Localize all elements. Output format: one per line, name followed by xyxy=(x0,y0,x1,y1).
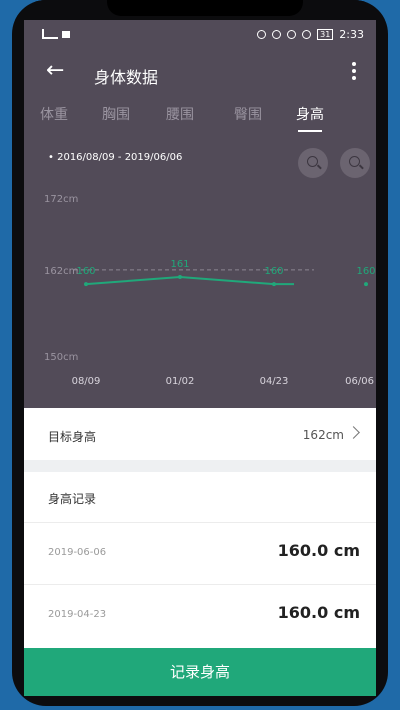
goal-height-value: 162cm xyxy=(302,428,344,442)
active-tab-indicator xyxy=(298,130,322,132)
phone-frame: 31 2:33 ← 身体数据 体重 胸围 腰围 臀围 身高 • 2016/08/… xyxy=(12,0,388,706)
chevron-right-icon xyxy=(347,426,360,439)
alarm-icon xyxy=(287,30,297,39)
data-label: 160 xyxy=(264,266,283,277)
headset-icon xyxy=(257,30,267,39)
battery-icon: 31 xyxy=(317,29,334,40)
status-time: 2:33 xyxy=(339,28,364,41)
record-row[interactable]: 2019-06-06 160.0 cm xyxy=(24,523,376,583)
data-point xyxy=(84,282,88,287)
data-point xyxy=(178,275,182,279)
data-label: 161 xyxy=(170,259,189,270)
status-bar: 31 2:33 xyxy=(24,20,376,50)
goal-height-label: 目标身高 xyxy=(48,430,97,444)
x-tick-label: 08/09 xyxy=(72,376,101,387)
hd-icon xyxy=(272,30,282,39)
tab-chest[interactable]: 胸围 xyxy=(86,104,146,124)
record-value: 160.0 cm xyxy=(277,603,360,622)
record-row[interactable]: 2019-04-23 160.0 cm xyxy=(24,585,376,645)
data-label: 160 xyxy=(356,266,375,277)
vibrate-icon xyxy=(302,30,312,39)
y-tick-label: 162cm xyxy=(44,266,78,277)
data-point xyxy=(272,282,276,287)
x-tick-label: 04/23 xyxy=(260,376,289,387)
record-value: 160.0 cm xyxy=(277,541,360,560)
record-height-button[interactable]: 记录身高 xyxy=(24,648,376,696)
y-tick-label: 150cm xyxy=(44,352,78,363)
page-title: 身体数据 xyxy=(94,68,159,87)
signal-icon xyxy=(42,29,58,39)
x-tick-label: 01/02 xyxy=(166,376,195,387)
date-range: • 2016/08/09 - 2019/06/06 xyxy=(48,152,182,163)
date-range-text: 2016/08/09 - 2019/06/06 xyxy=(57,152,183,163)
y-tick-label: 172cm xyxy=(44,194,78,205)
measure-tabs: 体重 胸围 腰围 臀围 身高 xyxy=(24,104,376,136)
app-screen: 31 2:33 ← 身体数据 体重 胸围 腰围 臀围 身高 • 2016/08/… xyxy=(24,20,376,696)
zoom-out-button[interactable] xyxy=(298,148,328,178)
notification-icon xyxy=(62,30,70,38)
record-date: 2019-06-06 xyxy=(48,547,107,558)
phone-notch xyxy=(107,0,303,16)
goal-height-row[interactable]: 目标身高 162cm xyxy=(24,408,376,460)
tab-height[interactable]: 身高 xyxy=(280,104,340,124)
more-options-icon[interactable] xyxy=(352,62,356,83)
data-label: 160 xyxy=(76,266,95,277)
series-line xyxy=(85,275,294,286)
tab-hips[interactable]: 臀围 xyxy=(218,104,278,124)
details-sheet: 目标身高 162cm 身高记录 2019-06-06 160.0 cm 2019… xyxy=(24,408,376,696)
phone-top-bezel xyxy=(12,0,388,20)
height-chart: 172cm 162cm 150cm 160 161 160 160 08/09 01/02 04/… xyxy=(44,194,376,387)
record-date: 2019-04-23 xyxy=(48,609,107,620)
x-tick-label: 06/06 xyxy=(345,376,374,387)
zoom-in-button[interactable] xyxy=(340,148,370,178)
data-point xyxy=(364,282,368,287)
app-bar: ← 身体数据 xyxy=(24,52,376,96)
back-arrow-icon[interactable]: ← xyxy=(46,60,64,82)
section-divider xyxy=(24,460,376,472)
records-header: 身高记录 xyxy=(48,492,97,506)
tab-weight[interactable]: 体重 xyxy=(24,104,84,124)
bullet-icon: • xyxy=(48,152,54,163)
tab-waist[interactable]: 腰围 xyxy=(150,104,210,124)
